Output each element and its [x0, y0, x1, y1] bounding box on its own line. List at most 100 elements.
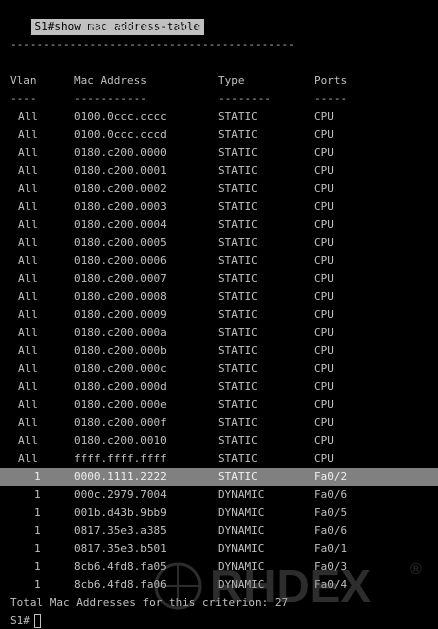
text-cursor — [34, 614, 41, 628]
row-vlan: All — [18, 218, 38, 231]
row-port: Fa0/5 — [314, 506, 348, 519]
row-vlan: 1 — [34, 524, 41, 537]
row-type: STATIC — [218, 416, 258, 429]
row-vlan: All — [18, 254, 38, 267]
row-port: CPU — [314, 452, 334, 465]
row-mac-address: 0180.c200.000f — [74, 416, 167, 429]
row-port: CPU — [314, 272, 334, 285]
row-port: CPU — [314, 434, 334, 447]
mac-table-body: All 0100.0ccc.cccc STATIC CPU All 0100.0ccc.c… — [0, 108, 438, 594]
row-type: DYNAMIC — [218, 506, 265, 519]
header-type: Type — [218, 74, 245, 87]
table-row: All 0180.c200.000e STATIC CPU — [0, 396, 438, 414]
row-vlan: All — [18, 308, 38, 321]
total-line: Total Mac Addresses for this criterion: … — [0, 594, 438, 612]
row-port: CPU — [314, 236, 334, 249]
row-port: CPU — [314, 416, 334, 429]
table-row: All 0180.c200.000f STATIC CPU — [0, 414, 438, 432]
row-type: DYNAMIC — [218, 578, 265, 591]
row-mac-address: 0180.c200.000b — [74, 344, 167, 357]
header-ports: Ports — [314, 74, 348, 87]
table-row: All 0180.c200.0002 STATIC CPU — [0, 180, 438, 198]
table-row: All 0180.c200.0005 STATIC CPU — [0, 234, 438, 252]
table-row: 1 8cb6.4fd8.fa06 DYNAMIC Fa0/4 — [0, 576, 438, 594]
row-port: CPU — [314, 200, 334, 213]
row-mac-address: 0180.c200.000d — [74, 380, 167, 393]
command-line: S1#show mac address-table — [0, 0, 438, 35]
row-mac-address: 0180.c200.0006 — [74, 254, 167, 267]
separator-line: ----------------------------------------… — [0, 36, 438, 54]
row-vlan: All — [18, 416, 38, 429]
row-port: CPU — [314, 218, 334, 231]
row-vlan: All — [18, 128, 38, 141]
row-type: STATIC — [218, 272, 258, 285]
table-row: All 0100.0ccc.cccd STATIC CPU — [0, 126, 438, 144]
row-port: CPU — [314, 362, 334, 375]
row-mac-address: 0180.c200.0008 — [74, 290, 167, 303]
row-mac-address: 8cb6.4fd8.fa06 — [74, 578, 167, 591]
row-type: STATIC — [218, 110, 258, 123]
table-row: All 0180.c200.0006 STATIC CPU — [0, 252, 438, 270]
total-text: Total Mac Addresses for this criterion: … — [10, 596, 289, 609]
row-type: STATIC — [218, 344, 258, 357]
row-vlan: All — [18, 236, 38, 249]
row-type: STATIC — [218, 182, 258, 195]
row-mac-address: 0180.c200.000e — [74, 398, 167, 411]
row-vlan: All — [18, 272, 38, 285]
separator: ----------------------------------------… — [10, 38, 295, 51]
table-row: All 0180.c200.000c STATIC CPU — [0, 360, 438, 378]
row-mac-address: ffff.ffff.ffff — [74, 452, 167, 465]
row-vlan: All — [18, 344, 38, 357]
table-row: All 0180.c200.0010 STATIC CPU — [0, 432, 438, 450]
row-type: STATIC — [218, 326, 258, 339]
row-vlan: All — [18, 452, 38, 465]
row-vlan: All — [18, 380, 38, 393]
header-underline-row: ---- ----------- -------- ----- — [0, 90, 438, 108]
row-vlan: All — [18, 146, 38, 159]
prompt-line[interactable]: S1# — [0, 612, 438, 629]
row-mac-address: 0100.0ccc.cccc — [74, 110, 167, 123]
row-mac-address: 001b.d43b.9bb9 — [74, 506, 167, 519]
row-mac-address: 0100.0ccc.cccd — [74, 128, 167, 141]
table-header-row: Vlan Mac Address Type Ports — [0, 72, 438, 90]
row-vlan: 1 — [34, 542, 41, 555]
row-port: CPU — [314, 344, 334, 357]
table-row: All 0180.c200.000a STATIC CPU — [0, 324, 438, 342]
underline-vlan: ---- — [10, 92, 37, 105]
row-vlan: All — [18, 110, 38, 123]
row-port: CPU — [314, 254, 334, 267]
row-port: CPU — [314, 326, 334, 339]
row-port: CPU — [314, 308, 334, 321]
table-row: All 0180.c200.0000 STATIC CPU — [0, 144, 438, 162]
row-mac-address: 0180.c200.0009 — [74, 308, 167, 321]
table-row: 1 001b.d43b.9bb9 DYNAMIC Fa0/5 — [0, 504, 438, 522]
table-row: All 0180.c200.0003 STATIC CPU — [0, 198, 438, 216]
final-prompt: S1# — [10, 614, 30, 627]
row-type: STATIC — [218, 380, 258, 393]
row-mac-address: 0817.35e3.b501 — [74, 542, 167, 555]
row-vlan: All — [18, 362, 38, 375]
row-type: STATIC — [218, 452, 258, 465]
row-mac-address: 0180.c200.0007 — [74, 272, 167, 285]
row-vlan: 1 — [34, 488, 41, 501]
row-type: STATIC — [218, 254, 258, 267]
row-port: CPU — [314, 398, 334, 411]
table-row: All ffff.ffff.ffff STATIC CPU — [0, 450, 438, 468]
table-row: All 0180.c200.0009 STATIC CPU — [0, 306, 438, 324]
table-row: 1 0000.1111.2222 STATIC Fa0/2 — [0, 468, 438, 486]
row-vlan: All — [18, 182, 38, 195]
row-mac-address: 0817.35e3.a385 — [74, 524, 167, 537]
row-vlan: All — [18, 398, 38, 411]
row-port: CPU — [314, 380, 334, 393]
row-vlan: All — [18, 434, 38, 447]
table-row: All 0100.0ccc.cccc STATIC CPU — [0, 108, 438, 126]
row-type: STATIC — [218, 434, 258, 447]
row-port: Fa0/3 — [314, 560, 348, 573]
row-vlan: 1 — [34, 506, 41, 519]
row-vlan: All — [18, 290, 38, 303]
terminal-window[interactable]: S1#show mac address-table Mac Address Ta… — [0, 0, 438, 629]
row-type: DYNAMIC — [218, 542, 265, 555]
header-vlan: Vlan — [10, 74, 37, 87]
row-port: Fa0/6 — [314, 488, 348, 501]
table-row: All 0180.c200.000b STATIC CPU — [0, 342, 438, 360]
